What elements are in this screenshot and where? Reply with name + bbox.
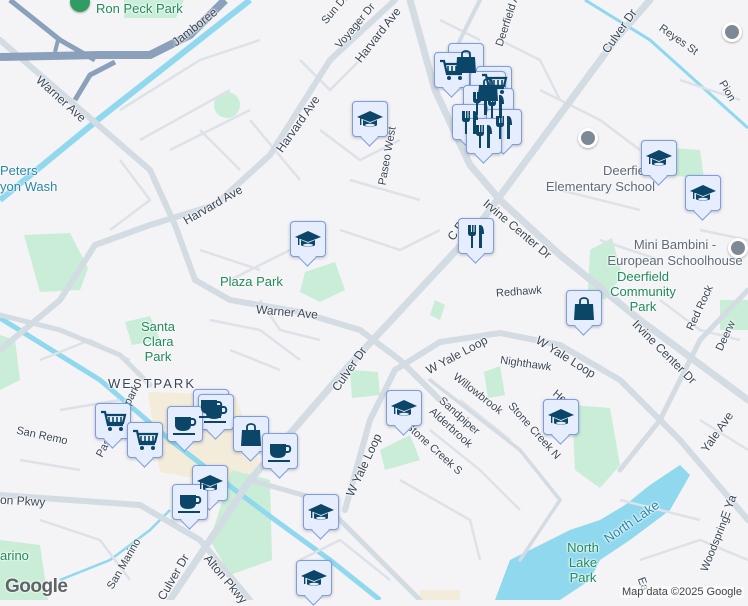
- park-area: [430, 300, 445, 320]
- graduation-cap-icon: [390, 394, 418, 422]
- grocery-marker[interactable]: [127, 422, 163, 458]
- san-marino-park-label[interactable]: arino: [0, 548, 29, 563]
- school-marker[interactable]: [685, 175, 721, 211]
- park-area: [24, 233, 88, 292]
- shopping-marker[interactable]: [233, 416, 269, 452]
- restaurant-marker[interactable]: [458, 218, 494, 254]
- school-marker[interactable]: [296, 560, 332, 596]
- deerfield-community-park-text: Deerfield Community Park: [610, 269, 676, 314]
- deerfield-elementary-text: Deerfield Elementary School: [545, 163, 655, 194]
- graduation-cap-icon: [645, 144, 673, 172]
- grocery-marker[interactable]: [434, 52, 470, 88]
- mini-bambini-label[interactable]: Mini Bambini - European Schoolhouse: [604, 237, 746, 269]
- deerfield-community-park-label[interactable]: Deerfield Community Park: [603, 269, 683, 314]
- school-marker[interactable]: [543, 399, 579, 435]
- map-attribution[interactable]: Map data ©2025 Google: [619, 586, 744, 598]
- graduation-cap-icon: [547, 403, 575, 431]
- shopping-cart-icon: [99, 407, 127, 435]
- graduation-cap-icon: [356, 105, 384, 133]
- school-marker[interactable]: [386, 390, 422, 426]
- grocery-marker[interactable]: [95, 403, 131, 439]
- mini-bambini-text: Mini Bambini - European Schoolhouse: [607, 237, 743, 268]
- graduation-cap-icon: [300, 564, 328, 592]
- westpark-label: WESTPARK: [108, 376, 196, 391]
- coffee-cup-icon: [171, 410, 199, 438]
- restaurant-marker[interactable]: [466, 118, 502, 154]
- santa-clara-park-label[interactable]: Santa Clara Park: [128, 319, 188, 364]
- school-marker[interactable]: [352, 101, 388, 137]
- school-marker[interactable]: [303, 494, 339, 530]
- google-logo[interactable]: Google: [5, 576, 68, 598]
- shopping-bag-icon: [237, 420, 265, 448]
- coffee-cup-icon: [202, 398, 230, 426]
- graduation-cap-icon: [689, 179, 717, 207]
- shopping-bag-icon: [570, 294, 598, 322]
- santa-clara-park-text: Santa Clara Park: [141, 319, 175, 364]
- graduation-cap-icon: [307, 498, 335, 526]
- commercial-area: [420, 590, 460, 600]
- fork-knife-icon: [462, 222, 490, 250]
- north-lake-park-label[interactable]: North Lake Park: [558, 540, 608, 585]
- shopping-cart-icon: [131, 426, 159, 454]
- school-poi-icon[interactable]: [578, 128, 598, 148]
- canyon-wash-label: yon Wash: [0, 179, 58, 194]
- peters-label: Peters: [0, 163, 38, 178]
- coffee-marker[interactable]: [262, 433, 298, 469]
- plaza-park-label[interactable]: Plaza Park: [220, 274, 283, 289]
- north-lake-park-text: North Lake Park: [567, 540, 599, 585]
- shopping-marker[interactable]: [566, 290, 602, 326]
- coffee-cup-icon: [176, 488, 204, 516]
- school-poi-icon[interactable]: [722, 22, 742, 42]
- coffee-marker[interactable]: [172, 484, 208, 520]
- graduation-cap-icon: [294, 225, 322, 253]
- canal: [584, 0, 748, 130]
- ron-peck-park-label[interactable]: Ron Peck Park: [96, 1, 183, 16]
- school-marker[interactable]: [641, 140, 677, 176]
- coffee-marker[interactable]: [167, 406, 203, 442]
- park-area: [300, 262, 345, 302]
- coffee-marker[interactable]: [198, 394, 234, 430]
- alton-pkwy-label: on Pkwy: [0, 492, 46, 510]
- park-area: [380, 435, 420, 470]
- fork-knife-icon: [470, 122, 498, 150]
- school-marker[interactable]: [290, 221, 326, 257]
- deerfield-elementary-label[interactable]: Deerfield Elementary School: [535, 163, 655, 195]
- park-area: [350, 370, 380, 398]
- coffee-cup-icon: [266, 437, 294, 465]
- park-area: [572, 405, 620, 488]
- shopping-cart-icon: [438, 56, 466, 84]
- peters-canyon-wash-label: Peters yon Wash: [0, 163, 57, 195]
